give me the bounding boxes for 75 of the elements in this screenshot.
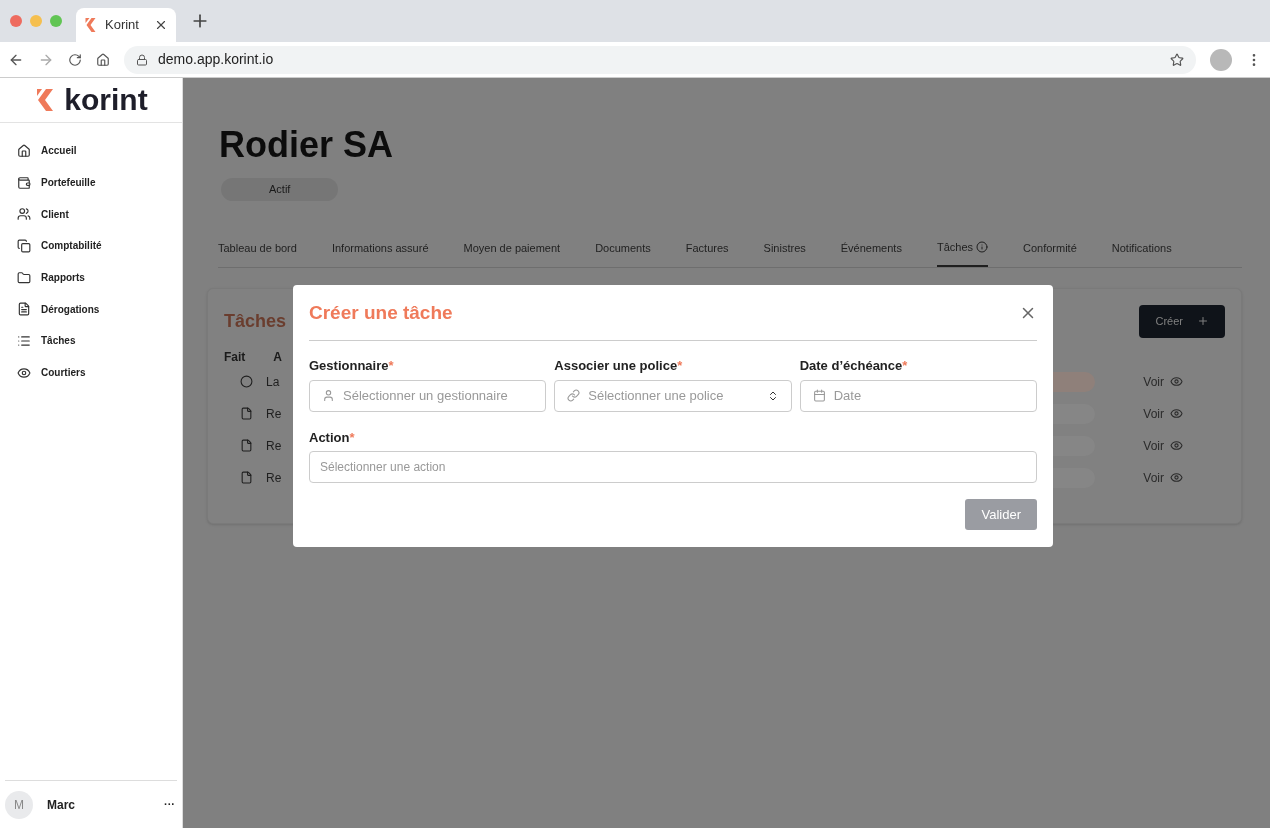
user-avatar: M (5, 790, 33, 819)
card-title: Tâches (224, 309, 287, 333)
input-field[interactable]: Sélectionner une action (309, 451, 1037, 483)
table-cell-text: Re (266, 405, 282, 423)
user-name: Marc (47, 796, 75, 814)
sidebar-item[interactable]: Client (0, 198, 182, 231)
calendar-icon (812, 389, 826, 402)
wallet-icon (17, 175, 31, 190)
eye-icon (17, 365, 31, 380)
field-label: Gestionnaire* (309, 357, 395, 375)
sidebar-item[interactable]: Rapports (0, 261, 182, 294)
checkbox-icon[interactable] (240, 375, 253, 388)
sidebar-item[interactable]: Comptabilité (0, 230, 182, 262)
document-icon (240, 471, 253, 484)
close-icon[interactable] (154, 18, 168, 32)
table-cell-text: Re (266, 437, 282, 455)
field-label: Action* (309, 428, 356, 447)
home-icon[interactable] (96, 52, 110, 67)
tab[interactable]: Notifications (1111, 238, 1172, 267)
bookmark-star-icon[interactable] (1170, 52, 1184, 67)
logo-text: korint (64, 85, 148, 115)
field-label: Date d’échéance* (799, 357, 909, 375)
document-icon (240, 407, 253, 420)
folder-icon (17, 270, 31, 285)
tab[interactable]: Événements (840, 238, 902, 267)
tab[interactable]: Factures (685, 238, 729, 267)
view-link[interactable]: Voir (1143, 436, 1183, 455)
page-title: Rodier SA (219, 123, 395, 167)
sidebar-item[interactable]: Courtiers (0, 356, 182, 389)
logo-icon (84, 18, 97, 32)
field-label: Associer une police* (554, 357, 684, 375)
select-field[interactable]: Sélectionner une police (554, 379, 792, 412)
status-badge: Actif (221, 178, 339, 201)
sidebar-item[interactable]: Dérogations (0, 293, 182, 326)
tab[interactable]: Moyen de paiement (463, 238, 561, 267)
user-icon (322, 389, 335, 402)
lock-icon (136, 53, 148, 66)
tab[interactable]: Tableau de bord (218, 238, 297, 267)
eye-icon (1170, 407, 1183, 420)
tab-title: Korint (105, 16, 139, 35)
sidebar-item[interactable]: Accueil (0, 135, 182, 167)
tab[interactable]: Informations assuré (331, 238, 429, 267)
date-field[interactable]: Date (799, 379, 1037, 412)
info-icon (976, 240, 988, 253)
more-button[interactable]: ··· (164, 796, 175, 813)
modal-title: Créer une tâche (309, 300, 453, 325)
list-icon (17, 333, 31, 348)
reload-icon[interactable] (68, 52, 82, 67)
tab[interactable]: Sinistres (763, 238, 806, 267)
view-link[interactable]: Voir (1143, 468, 1183, 487)
browser-tab[interactable]: Korint (76, 8, 176, 42)
document-icon (17, 302, 31, 317)
plus-icon (1197, 315, 1209, 328)
eye-icon (1170, 439, 1183, 452)
column-header: Fait (224, 348, 246, 366)
create-button[interactable]: Créer (1139, 305, 1225, 338)
eye-icon (1170, 471, 1183, 484)
home-icon (17, 143, 31, 158)
sidebar-item[interactable]: Portefeuille (0, 166, 182, 199)
table-cell-text: Re (266, 469, 282, 487)
view-link[interactable]: Voir (1143, 404, 1183, 423)
tab[interactable]: Conformité (1023, 238, 1077, 267)
tab[interactable]: Tâches (936, 238, 988, 267)
tab[interactable]: Documents (595, 238, 651, 267)
view-link[interactable]: Voir (1143, 372, 1183, 391)
address-bar[interactable]: demo.app.korint.io (124, 45, 1196, 74)
table-cell-text: La (266, 373, 280, 391)
users-icon (17, 207, 31, 222)
input-field[interactable]: Sélectionner un gestionnaire (309, 379, 547, 412)
link-icon (567, 389, 581, 402)
sidebar-item[interactable]: Tâches (0, 325, 182, 357)
document-icon (240, 439, 253, 452)
eye-icon (1170, 375, 1183, 388)
column-header: A (273, 348, 282, 366)
copy-icon (17, 238, 31, 253)
